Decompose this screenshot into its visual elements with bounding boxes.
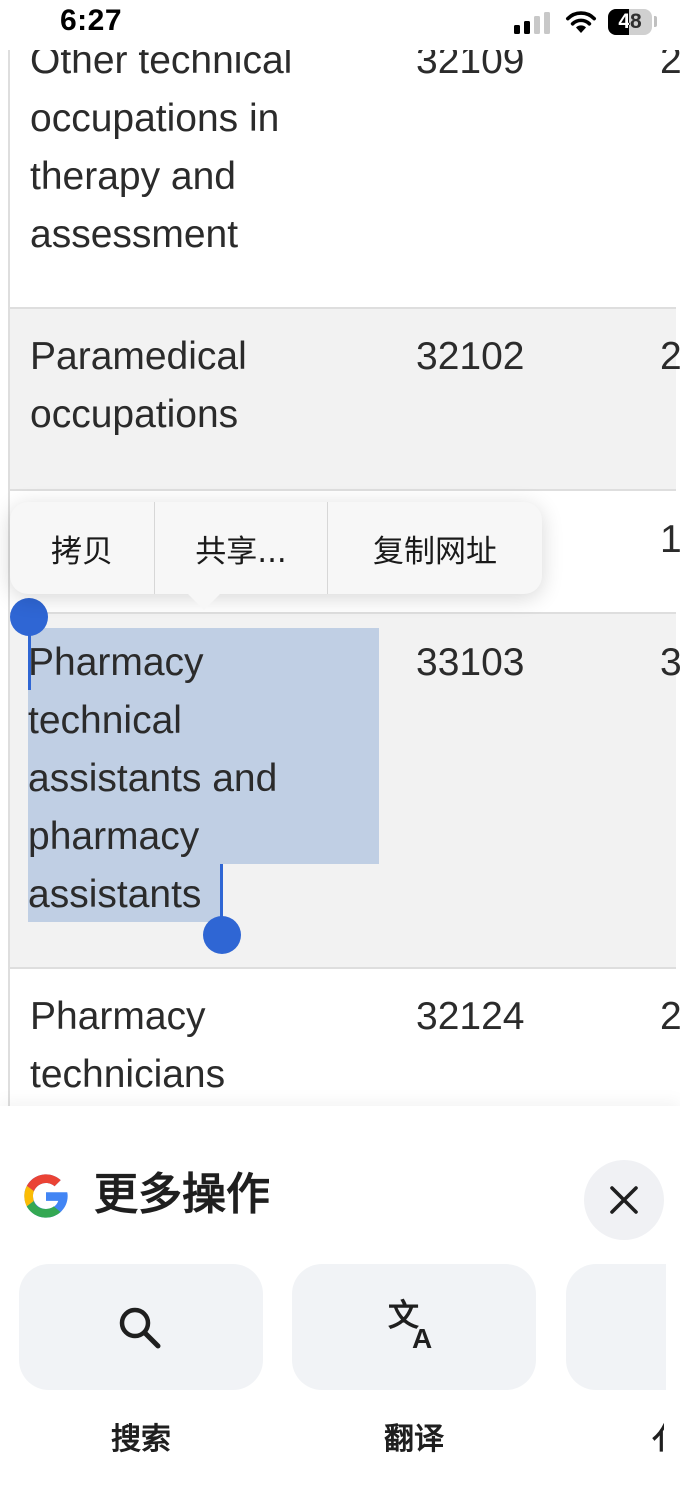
google-logo-icon — [24, 1174, 68, 1218]
occupation-code: 33103 — [416, 641, 525, 684]
status-time: 6:27 — [60, 4, 123, 37]
occupation-name: Other technical occupations in therapy a… — [30, 39, 293, 256]
search-icon — [119, 1307, 161, 1349]
copy-menu-item[interactable]: 拷贝 — [10, 502, 154, 594]
translate-icon: 文 A — [388, 1298, 432, 1354]
occupation-extra: 1 — [660, 518, 680, 561]
search-action-button[interactable] — [19, 1264, 263, 1390]
more-actions-sheet: 更多操作 搜索 文 A 翻译 亻 — [0, 1106, 680, 1494]
svg-text:A: A — [412, 1323, 432, 1354]
occupation-name: Paramedical occupations — [30, 335, 247, 436]
occupation-extra: 2 — [660, 995, 680, 1038]
selection-start-handle[interactable] — [10, 598, 48, 636]
translate-action-button[interactable]: 文 A — [292, 1264, 536, 1390]
translate-action-label: 翻译 — [384, 1422, 444, 1457]
wifi-icon — [566, 11, 596, 33]
occupation-name: Pharmacy technicians — [30, 995, 226, 1096]
battery-icon: 48 — [608, 9, 652, 35]
selection-end-handle[interactable] — [203, 916, 241, 954]
menu-pointer — [186, 592, 222, 610]
cellular-signal-icon — [514, 12, 552, 34]
selected-occupation-name[interactable]: Pharmacy technical assistants and pharma… — [28, 634, 358, 924]
share-menu-item[interactable]: 共享... — [155, 502, 327, 594]
battery-cap — [654, 16, 657, 27]
occupation-extra: 2 — [660, 335, 680, 378]
close-icon — [610, 1186, 638, 1214]
occupation-code: 32102 — [416, 335, 525, 378]
copy-url-menu-item[interactable]: 复制网址 — [328, 502, 542, 594]
text-context-menu: 拷贝 共享... 复制网址 — [10, 502, 542, 594]
occupation-extra: 3 — [660, 641, 680, 684]
close-button[interactable] — [584, 1160, 664, 1240]
occupation-code: 32124 — [416, 995, 525, 1038]
sheet-title: 更多操作 — [94, 1169, 270, 1220]
battery-level: 48 — [618, 10, 642, 33]
status-bar: 6:27 48 — [0, 0, 680, 50]
more-action-label: 亻 — [652, 1414, 664, 1458]
table-row: Paramedical occupations 32102 2 — [8, 309, 680, 491]
search-action-label: 搜索 — [111, 1422, 171, 1457]
more-action-button[interactable] — [566, 1264, 666, 1390]
